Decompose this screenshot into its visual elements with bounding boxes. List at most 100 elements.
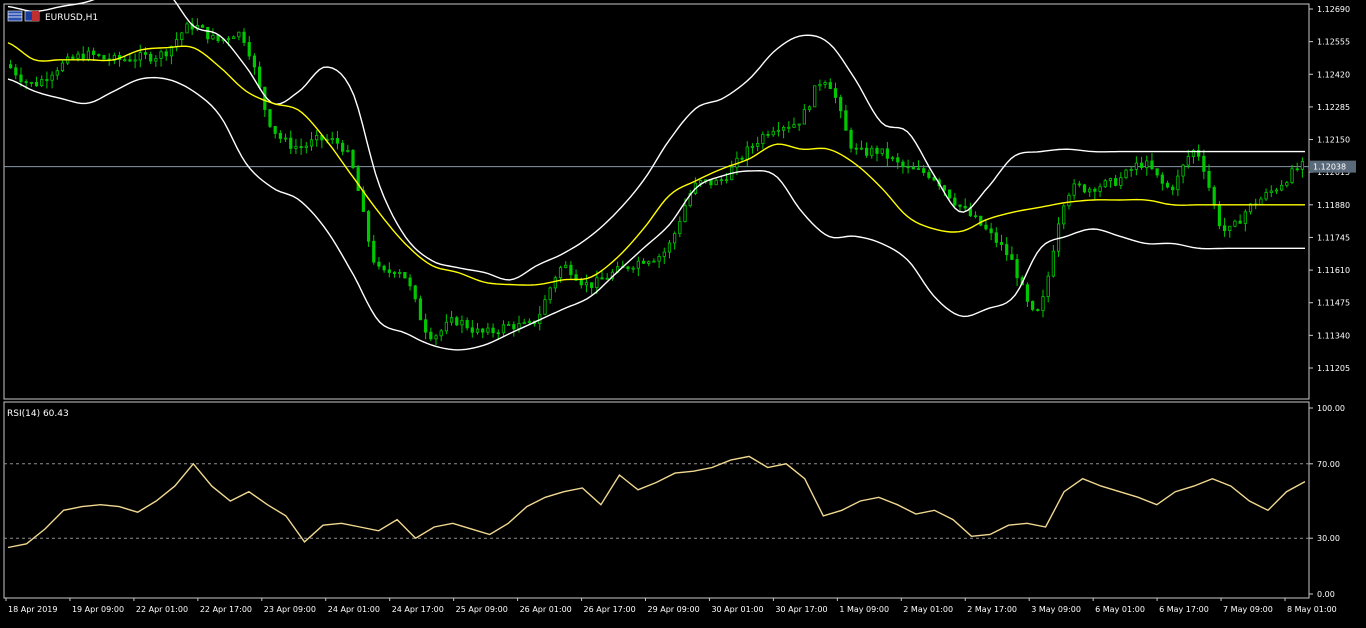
candle bbox=[776, 121, 781, 137]
candle bbox=[1077, 180, 1081, 188]
candle bbox=[1062, 204, 1066, 230]
candle-body bbox=[1072, 183, 1076, 196]
candle bbox=[154, 55, 158, 67]
candle bbox=[911, 162, 915, 170]
candle bbox=[719, 175, 723, 185]
candle-body bbox=[258, 66, 262, 88]
candle bbox=[1165, 180, 1170, 189]
candle-body bbox=[1046, 275, 1050, 297]
candle-body bbox=[1114, 178, 1118, 186]
candle-body bbox=[1145, 160, 1149, 168]
candle bbox=[372, 235, 376, 265]
candle-body bbox=[1051, 250, 1055, 277]
candle bbox=[200, 24, 205, 28]
candle-body bbox=[595, 277, 599, 288]
candle-body bbox=[569, 264, 573, 276]
candle-body bbox=[403, 272, 407, 279]
candle-body bbox=[434, 335, 438, 340]
candle-body bbox=[1160, 174, 1164, 184]
candle bbox=[1280, 180, 1284, 192]
candle bbox=[1056, 216, 1061, 257]
candle-body bbox=[844, 110, 848, 131]
candle-body bbox=[133, 59, 137, 62]
candle bbox=[392, 271, 397, 278]
candle bbox=[309, 132, 314, 151]
candle bbox=[1129, 165, 1133, 177]
candle bbox=[756, 136, 760, 152]
rsi-tick-label: 70.00 bbox=[1317, 460, 1340, 469]
candle-body bbox=[828, 82, 832, 90]
candle-body bbox=[782, 126, 786, 131]
candle-body bbox=[859, 147, 864, 150]
candle-body bbox=[1274, 189, 1279, 192]
price-tick-label: 1.12555 bbox=[1317, 38, 1350, 47]
bollinger-upper-line bbox=[7, 0, 1305, 281]
chart-canvas[interactable]: 1.12690 1.12555 1.12420 1.12285 1.12150 1.120… bbox=[0, 0, 1366, 624]
time-tick-label: 22 Apr 17:00 bbox=[200, 605, 252, 614]
candle-body bbox=[1155, 168, 1159, 176]
candle bbox=[782, 125, 786, 139]
bollinger-lower-line bbox=[7, 76, 1305, 351]
candle-body bbox=[880, 148, 884, 154]
candle bbox=[1005, 237, 1009, 261]
candle bbox=[470, 320, 474, 338]
candle-body bbox=[1228, 225, 1232, 232]
candle bbox=[849, 127, 853, 153]
candle bbox=[1202, 149, 1206, 180]
candle bbox=[1285, 180, 1289, 188]
moving-average-line bbox=[7, 42, 1305, 286]
candle bbox=[766, 130, 770, 139]
candle bbox=[1072, 179, 1076, 200]
candle-body bbox=[1181, 164, 1185, 177]
candle-body bbox=[372, 240, 376, 263]
candle bbox=[1290, 165, 1294, 185]
candle bbox=[730, 160, 734, 181]
rsi-tick-label: 100.00 bbox=[1317, 404, 1345, 413]
candle-body bbox=[1285, 182, 1289, 186]
candle-body bbox=[55, 70, 59, 76]
candle-body bbox=[216, 35, 220, 42]
candle-body bbox=[890, 157, 895, 160]
candle-body bbox=[543, 299, 547, 315]
candle-body bbox=[491, 327, 495, 334]
candle bbox=[81, 46, 85, 62]
candle-body bbox=[1264, 192, 1268, 200]
candle bbox=[460, 315, 464, 334]
candle bbox=[159, 49, 163, 67]
candle-body bbox=[1171, 186, 1175, 191]
candle-body bbox=[486, 327, 490, 333]
time-tick-label: 8 May 01:00 bbox=[1287, 605, 1337, 614]
candle-body bbox=[1103, 180, 1107, 188]
candle-body bbox=[1212, 187, 1216, 206]
candle bbox=[979, 215, 983, 227]
candle-body bbox=[787, 126, 791, 129]
candle bbox=[1108, 177, 1113, 188]
price-tick-label: 1.12690 bbox=[1317, 5, 1350, 14]
candle-body bbox=[501, 324, 506, 334]
candle bbox=[92, 47, 96, 61]
candle bbox=[117, 51, 122, 67]
candle-body bbox=[647, 261, 651, 264]
candle-body bbox=[807, 106, 812, 111]
candle-body bbox=[1077, 183, 1081, 186]
candle-body bbox=[335, 138, 340, 144]
candle-body bbox=[24, 81, 28, 84]
candle-body bbox=[896, 157, 900, 163]
trading-chart-window[interactable]: 1.12690 1.12555 1.12420 1.12285 1.12150 1.120… bbox=[0, 0, 1366, 624]
candle-body bbox=[839, 97, 843, 112]
candle bbox=[180, 31, 184, 47]
rsi-line bbox=[7, 455, 1306, 549]
candle-body bbox=[14, 67, 18, 76]
candle bbox=[242, 28, 246, 46]
candle-body bbox=[750, 145, 755, 148]
candle-body bbox=[740, 157, 744, 160]
candle-body bbox=[626, 266, 630, 270]
candle-body bbox=[356, 167, 360, 192]
candle bbox=[1150, 153, 1154, 171]
time-tick-label: 6 May 01:00 bbox=[1095, 605, 1145, 614]
candle-body bbox=[1222, 225, 1227, 232]
candle-body bbox=[143, 52, 148, 55]
candle bbox=[330, 131, 334, 144]
candle bbox=[548, 286, 552, 304]
candle bbox=[968, 202, 972, 217]
